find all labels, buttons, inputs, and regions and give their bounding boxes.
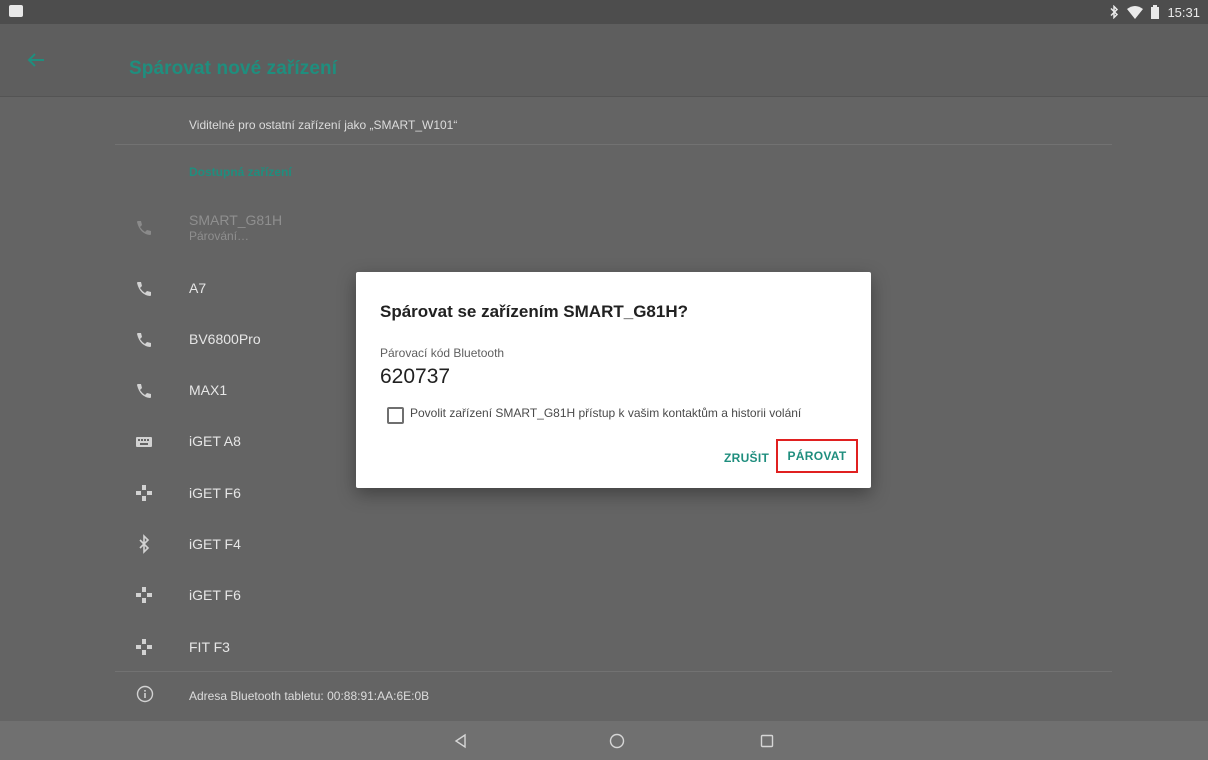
back-arrow-icon[interactable] [22, 46, 50, 74]
keyboard-icon [134, 432, 154, 452]
cancel-button[interactable]: ZRUŠIT [724, 451, 769, 465]
phone-icon [134, 330, 154, 350]
status-icons: 15:31 [1109, 3, 1200, 21]
phone-icon [134, 218, 154, 238]
device-row[interactable]: SMART_G81H Párování… [0, 200, 1208, 252]
clock: 15:31 [1167, 4, 1200, 20]
battery-icon [1151, 5, 1160, 19]
system-nav-bar [0, 721, 1208, 760]
image-notification-icon [9, 5, 23, 17]
contacts-access-label[interactable]: Povolit zařízení SMART_G81H přístup k va… [410, 406, 801, 420]
pair-button-label: PÁROVAT [787, 449, 847, 463]
pairing-code: 620737 [380, 365, 451, 388]
back-triangle-icon[interactable] [451, 731, 471, 751]
bluetooth-icon [134, 534, 154, 554]
info-icon [136, 685, 154, 703]
device-name: BV6800Pro [189, 331, 261, 347]
dialog-title: Spárovat se zařízením SMART_G81H? [380, 302, 688, 321]
status-bar: 15:31 [0, 0, 1208, 24]
pairing-dialog: Spárovat se zařízením SMART_G81H? Párova… [356, 272, 871, 488]
device-row[interactable]: FIT F3 [0, 620, 1208, 672]
device-status: Párování… [189, 229, 250, 243]
gamepad-icon [134, 637, 154, 657]
visibility-text: Viditelné pro ostatní zařízení jako „SMA… [189, 118, 458, 132]
phone-icon [134, 279, 154, 299]
device-name: FIT F3 [189, 639, 230, 655]
gamepad-icon [134, 585, 154, 605]
phone-icon [134, 381, 154, 401]
bluetooth-status-icon [1109, 5, 1119, 19]
device-name: SMART_G81H [189, 212, 283, 228]
device-name: iGET F6 [189, 485, 241, 501]
device-name: MAX1 [189, 382, 228, 398]
wifi-status-icon [1127, 5, 1144, 19]
page-title: Spárovat nové zařízení [129, 58, 338, 79]
device-row[interactable]: iGET F4 [0, 518, 1208, 570]
bluetooth-address-text: Adresa Bluetooth tabletu: 00:88:91:AA:6E… [189, 689, 430, 703]
recents-square-icon[interactable] [757, 731, 777, 751]
device-name: iGET F4 [189, 536, 241, 552]
available-devices-header: Dostupná zařízení [189, 165, 292, 179]
gamepad-icon [134, 483, 154, 503]
divider [115, 144, 1112, 145]
device-name: iGET F6 [189, 587, 241, 603]
divider [115, 671, 1112, 672]
device-row[interactable]: iGET F6 [0, 569, 1208, 621]
contacts-access-checkbox[interactable] [387, 407, 404, 424]
device-name: A7 [189, 280, 207, 296]
pair-button[interactable]: PÁROVAT [776, 439, 858, 473]
device-name: iGET A8 [189, 433, 241, 449]
pairing-code-label: Párovací kód Bluetooth [380, 346, 505, 360]
app-toolbar: Spárovat nové zařízení [0, 24, 1208, 97]
home-circle-icon[interactable] [607, 731, 627, 751]
